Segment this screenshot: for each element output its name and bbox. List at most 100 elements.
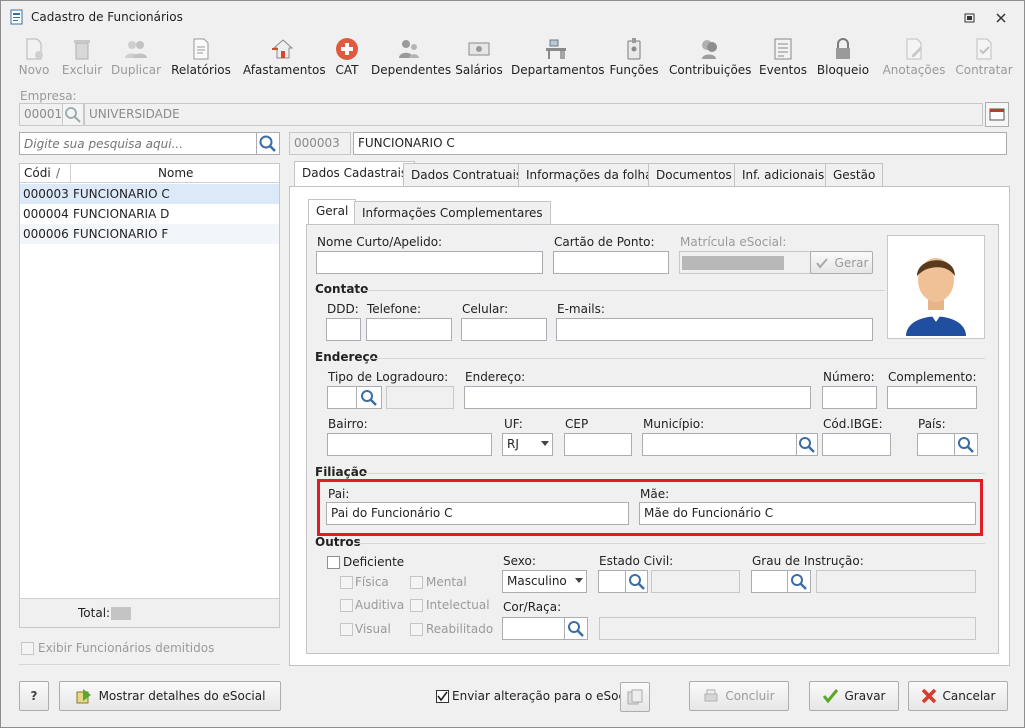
toolbar-contribuicoes-button[interactable]: Contribuições xyxy=(669,33,751,83)
cep-label: CEP xyxy=(565,417,589,431)
telefone-field[interactable] xyxy=(366,318,452,341)
bairro-label: Bairro: xyxy=(328,417,368,431)
table-row[interactable]: 000006 FUNCIONARIO F xyxy=(20,224,279,244)
esocial-send-icon xyxy=(76,689,91,704)
trash-icon xyxy=(74,40,90,60)
cartao-label: Cartão de Ponto: xyxy=(554,235,655,249)
gravar-button[interactable]: Gravar xyxy=(809,681,899,711)
matricula-label: Matrícula eSocial: xyxy=(680,235,787,249)
pai-field[interactable]: Pai do Funcionário C xyxy=(326,502,629,525)
column-header-code[interactable]: Códi xyxy=(24,166,51,180)
toolbar-departamentos-button[interactable]: Departamentos xyxy=(511,33,605,83)
show-dismissed-label: Exibir Funcionários demitidos xyxy=(38,641,215,655)
cancelar-button[interactable]: Cancelar xyxy=(908,681,1008,711)
ddd-field[interactable] xyxy=(326,318,361,341)
search-button[interactable] xyxy=(256,132,280,155)
employee-name-field[interactable]: FUNCIONARIO C xyxy=(353,132,1007,155)
intelectual-label: Intelectual xyxy=(426,598,490,612)
mae-field[interactable]: Mãe do Funcionário C xyxy=(639,502,976,525)
bairro-field[interactable] xyxy=(327,433,492,456)
tipo-logradouro-field[interactable] xyxy=(327,386,357,409)
tab-inf-adicionais[interactable]: Inf. adicionais xyxy=(734,163,833,187)
empresa-details-button[interactable] xyxy=(985,102,1009,127)
estado-civil-field[interactable] xyxy=(598,570,626,593)
mental-label: Mental xyxy=(426,575,467,589)
municipio-search-button[interactable] xyxy=(796,433,818,456)
table-row[interactable]: 000003 FUNCIONARIO C xyxy=(20,184,279,204)
tab-documentos[interactable]: Documentos xyxy=(648,163,740,187)
tab-dados-contratuais[interactable]: Dados Contratuais xyxy=(403,163,531,187)
toolbar: Novo Excluir Duplicar Relatórios Afastam… xyxy=(1,33,1024,83)
endereco-field[interactable] xyxy=(464,386,811,409)
tab-dados-cadastrais[interactable]: Dados Cadastrais xyxy=(294,161,416,187)
intelectual-checkbox[interactable] xyxy=(410,599,423,612)
pais-label: País: xyxy=(918,417,946,431)
mental-checkbox[interactable] xyxy=(410,576,423,589)
search-icon xyxy=(629,574,645,590)
toolbar-bloqueio-button[interactable]: Bloqueio xyxy=(815,33,871,83)
toolbar-relatorios-button[interactable]: Relatórios xyxy=(170,33,232,83)
show-dismissed-checkbox[interactable] xyxy=(21,642,34,655)
sort-arrow-icon: / xyxy=(56,166,61,180)
column-header-name[interactable]: Nome xyxy=(158,166,193,180)
toolbar-funcoes-button[interactable]: Funções xyxy=(607,33,661,83)
esocial-details-button[interactable]: Mostrar detalhes do eSocial xyxy=(59,681,281,711)
restore-icon[interactable] xyxy=(963,11,977,25)
toolbar-eventos-button[interactable]: Eventos xyxy=(757,33,809,83)
fisica-checkbox[interactable] xyxy=(340,576,353,589)
tipo-logradouro-search-button[interactable] xyxy=(356,386,382,409)
tab-informacoes-folha[interactable]: Informações da folha xyxy=(518,163,661,187)
concluir-button[interactable]: Concluir xyxy=(689,681,789,711)
pais-search-button[interactable] xyxy=(954,433,978,456)
nome-curto-field[interactable] xyxy=(316,251,543,274)
numero-field[interactable] xyxy=(822,386,877,409)
municipio-field[interactable] xyxy=(642,433,799,456)
employee-photo[interactable] xyxy=(887,235,985,339)
users-duplicate-icon xyxy=(125,41,147,58)
sexo-select[interactable]: Masculino xyxy=(502,570,587,593)
send-esocial-checkbox[interactable] xyxy=(436,690,449,703)
grau-instrucao-field[interactable] xyxy=(751,570,789,593)
empresa-label: Empresa: xyxy=(20,89,77,103)
search-icon xyxy=(259,135,276,152)
toolbar-cat-button[interactable]: CAT xyxy=(331,33,363,83)
toolbar-dependentes-button[interactable]: Dependentes xyxy=(371,33,451,83)
visual-label: Visual xyxy=(355,622,391,636)
toolbar-anotacoes-button[interactable]: Anotações xyxy=(881,33,947,83)
help-button[interactable]: ? xyxy=(19,681,49,711)
search-input[interactable] xyxy=(19,132,257,155)
visual-checkbox[interactable] xyxy=(340,623,353,636)
emails-field[interactable] xyxy=(556,318,873,341)
cor-raca-search-button[interactable] xyxy=(564,617,588,640)
window-title: Cadastro de Funcionários xyxy=(31,10,183,24)
list-header: Códi / Nome xyxy=(20,164,279,183)
list-footer: Total: xyxy=(20,598,279,627)
toolbar-afastamentos-button[interactable]: Afastamentos xyxy=(243,33,326,83)
report-icon xyxy=(193,38,209,60)
tab-gestao[interactable]: Gestão xyxy=(825,163,884,187)
grau-instrucao-search-button[interactable] xyxy=(787,570,811,593)
cep-field[interactable] xyxy=(564,433,632,456)
cartao-field[interactable] xyxy=(553,251,669,274)
complemento-field[interactable] xyxy=(887,386,977,409)
auditiva-checkbox[interactable] xyxy=(340,599,353,612)
toolbar-salarios-button[interactable]: Salários xyxy=(455,33,503,83)
subtab-geral[interactable]: Geral xyxy=(308,199,357,225)
deficiente-checkbox[interactable] xyxy=(327,556,340,569)
table-row[interactable]: 000004 FUNCIONARIA D xyxy=(20,204,279,224)
uf-select[interactable]: RJ xyxy=(502,433,553,456)
subtab-info-complementares[interactable]: Informações Complementares xyxy=(354,201,551,225)
reabilitado-checkbox[interactable] xyxy=(410,623,423,636)
esocial-pending-button[interactable] xyxy=(620,682,650,712)
pais-field[interactable] xyxy=(917,433,955,456)
cod-ibge-field[interactable] xyxy=(822,433,891,456)
toolbar-novo-button[interactable]: Novo xyxy=(11,33,57,83)
celular-field[interactable] xyxy=(461,318,547,341)
toolbar-contratar-button[interactable]: Contratar xyxy=(953,33,1015,83)
estado-civil-search-button[interactable] xyxy=(625,570,648,593)
gerar-button[interactable]: Gerar xyxy=(810,251,873,274)
cor-raca-field[interactable] xyxy=(502,617,565,640)
toolbar-excluir-button[interactable]: Excluir xyxy=(59,33,105,83)
toolbar-duplicar-button[interactable]: Duplicar xyxy=(109,33,163,83)
close-icon[interactable] xyxy=(994,11,1008,25)
